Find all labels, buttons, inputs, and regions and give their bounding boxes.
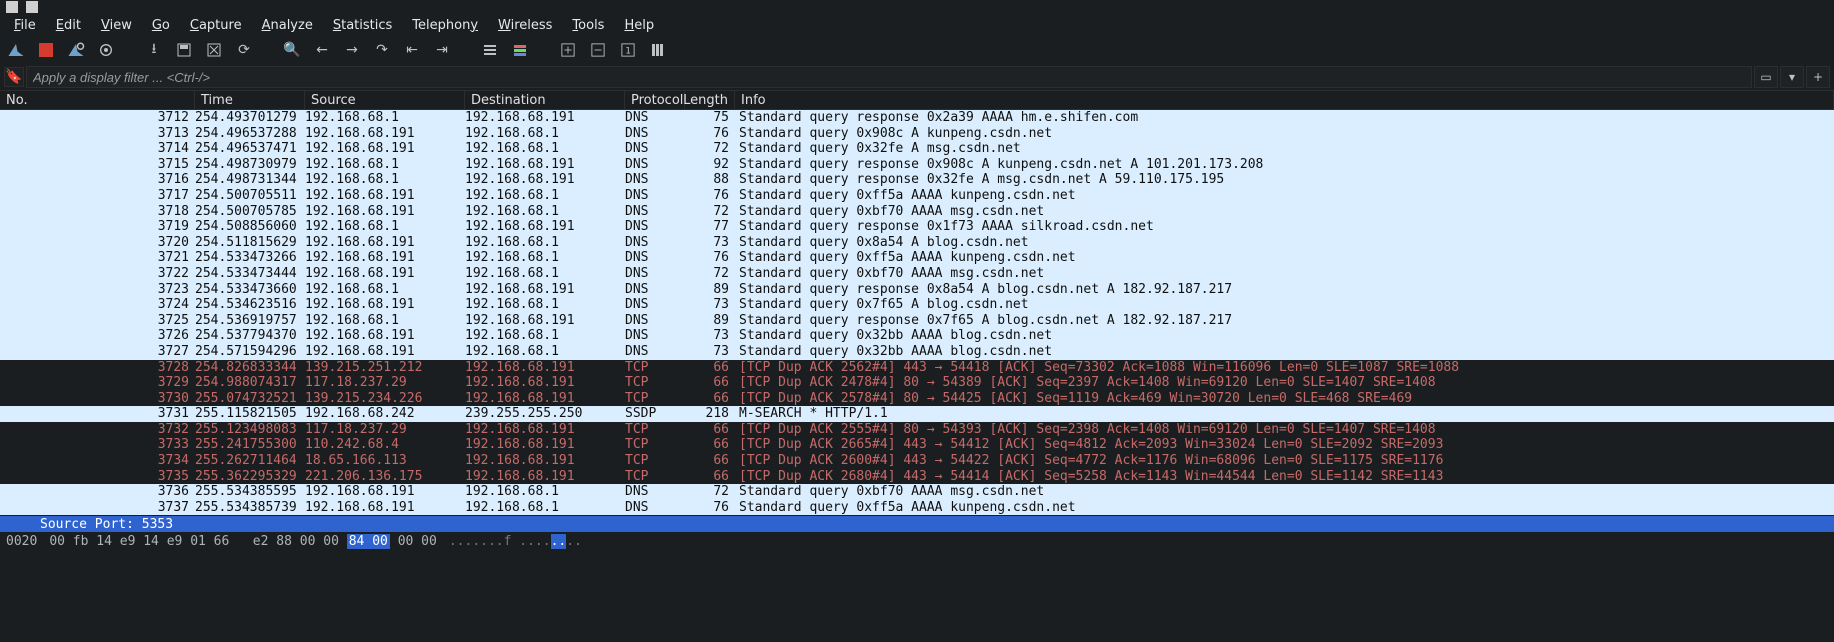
reload-icon[interactable]: ⟳ (234, 40, 254, 60)
col-info[interactable]: Info (735, 91, 1834, 109)
colorize-icon[interactable] (510, 40, 530, 60)
bookmark-icon[interactable]: 🔖 (4, 67, 24, 87)
hex-pane[interactable]: 0020 00 fb 14 e9 14 e9 01 66 e2 88 00 00… (0, 532, 1834, 550)
go-last-icon[interactable]: ⇥ (432, 40, 452, 60)
packet-row[interactable]: 3727254.571594296192.168.68.191192.168.6… (0, 344, 1834, 360)
zoom-reset-icon[interactable]: 1 (618, 40, 638, 60)
packet-list[interactable]: 3712254.493701279192.168.68.1192.168.68.… (0, 110, 1834, 516)
zoom-in-icon[interactable] (558, 40, 578, 60)
restart-capture-icon[interactable] (66, 40, 86, 60)
menu-capture[interactable]: Capture (180, 15, 252, 36)
go-back-icon[interactable]: ← (312, 40, 332, 60)
col-protocol[interactable]: Protocol (625, 91, 685, 109)
detail-text: Source Port: 5353 (40, 517, 173, 532)
packet-row[interactable]: 3716254.498731344192.168.68.1192.168.68.… (0, 172, 1834, 188)
zoom-out-icon[interactable] (588, 40, 608, 60)
packet-row[interactable]: 3719254.508856060192.168.68.1192.168.68.… (0, 219, 1834, 235)
packet-row[interactable]: 3731255.115821505192.168.68.242239.255.2… (0, 406, 1834, 422)
packet-row[interactable]: 3735255.362295329221.206.136.175192.168.… (0, 469, 1834, 485)
go-to-packet-icon[interactable]: ↷ (372, 40, 392, 60)
capture-options-icon[interactable] (96, 40, 116, 60)
packet-row[interactable]: 3713254.496537288192.168.68.191192.168.6… (0, 126, 1834, 142)
packet-row[interactable]: 3720254.511815629192.168.68.191192.168.6… (0, 235, 1834, 251)
col-time[interactable]: Time (195, 91, 305, 109)
packet-row[interactable]: 3736255.534385595192.168.68.191192.168.6… (0, 484, 1834, 500)
window-icon (6, 1, 18, 13)
col-length[interactable]: Length (685, 91, 735, 109)
packet-row[interactable]: 3723254.533473660192.168.68.1192.168.68.… (0, 282, 1834, 298)
start-capture-icon[interactable] (6, 40, 26, 60)
packet-row[interactable]: 3732255.123498083117.18.237.29192.168.68… (0, 422, 1834, 438)
col-source[interactable]: Source (305, 91, 465, 109)
packet-row[interactable]: 3714254.496537471192.168.68.191192.168.6… (0, 141, 1834, 157)
stop-capture-icon[interactable] (36, 40, 56, 60)
filter-dropdown-button[interactable]: ▾ (1780, 66, 1804, 88)
menu-analyze[interactable]: Analyze (252, 15, 323, 36)
menu-statistics[interactable]: Statistics (323, 15, 402, 36)
menubar: File Edit View Go Capture Analyze Statis… (0, 14, 1834, 36)
menu-go[interactable]: Go (142, 15, 180, 36)
menu-help[interactable]: Help (614, 15, 664, 36)
go-first-icon[interactable]: ⇤ (402, 40, 422, 60)
packet-row[interactable]: 3724254.534623516192.168.68.191192.168.6… (0, 297, 1834, 313)
hex-offset: 0020 (6, 534, 37, 549)
titlebar (0, 0, 1834, 14)
hex-ascii: .......f ........ (449, 534, 582, 549)
filter-add-button[interactable]: + (1806, 66, 1830, 88)
packet-row[interactable]: 3733255.241755300110.242.68.4192.168.68.… (0, 437, 1834, 453)
packet-row[interactable]: 3730255.074732521139.215.234.226192.168.… (0, 391, 1834, 407)
open-file-icon[interactable]: ⭳ (144, 40, 164, 60)
col-destination[interactable]: Destination (465, 91, 625, 109)
packet-row[interactable]: 3729254.988074317117.18.237.29192.168.68… (0, 375, 1834, 391)
packet-row[interactable]: 3734255.26271146418.65.166.113192.168.68… (0, 453, 1834, 469)
menu-view[interactable]: View (91, 15, 142, 36)
packet-row[interactable]: 3712254.493701279192.168.68.1192.168.68.… (0, 110, 1834, 126)
menu-edit[interactable]: Edit (46, 15, 91, 36)
auto-scroll-icon[interactable] (480, 40, 500, 60)
packet-row[interactable]: 3737255.534385739192.168.68.191192.168.6… (0, 500, 1834, 516)
menu-file[interactable]: File (4, 15, 46, 36)
packet-row[interactable]: 3715254.498730979192.168.68.1192.168.68.… (0, 157, 1834, 173)
find-icon[interactable]: 🔍 (282, 40, 302, 60)
packet-row[interactable]: 3725254.536919757192.168.68.1192.168.68.… (0, 313, 1834, 329)
toolbar: ⭳ ⟳ 🔍 ← → ↷ ⇤ ⇥ 1 (0, 36, 1834, 64)
packet-row[interactable]: 3717254.500705511192.168.68.191192.168.6… (0, 188, 1834, 204)
packet-row[interactable]: 3718254.500705785192.168.68.191192.168.6… (0, 204, 1834, 220)
menu-tools[interactable]: Tools (562, 15, 614, 36)
menu-telephony[interactable]: Telephony (402, 15, 488, 36)
packet-list-headers: No. Time Source Destination Protocol Len… (0, 90, 1834, 110)
packet-row[interactable]: 3722254.533473444192.168.68.191192.168.6… (0, 266, 1834, 282)
menu-wireless[interactable]: Wireless (488, 15, 562, 36)
window-icon (26, 1, 38, 13)
save-file-icon[interactable] (174, 40, 194, 60)
close-file-icon[interactable] (204, 40, 224, 60)
col-no[interactable]: No. (0, 91, 195, 109)
svg-text:1: 1 (625, 47, 631, 57)
packet-row[interactable]: 3728254.826833344139.215.251.212192.168.… (0, 360, 1834, 376)
filter-expression-button[interactable]: ▭ (1754, 66, 1778, 88)
packet-row[interactable]: 3726254.537794370192.168.68.191192.168.6… (0, 328, 1834, 344)
go-forward-icon[interactable]: → (342, 40, 362, 60)
resize-columns-icon[interactable] (648, 40, 668, 60)
packet-row[interactable]: 3721254.533473266192.168.68.191192.168.6… (0, 250, 1834, 266)
filter-bar: 🔖 ▭ ▾ + (0, 64, 1834, 90)
display-filter-input[interactable] (26, 66, 1752, 88)
hex-bytes: 00 fb 14 e9 14 e9 01 66 e2 88 00 00 84 0… (49, 534, 437, 549)
packet-detail-selected[interactable]: Source Port: 5353 (0, 516, 1834, 532)
